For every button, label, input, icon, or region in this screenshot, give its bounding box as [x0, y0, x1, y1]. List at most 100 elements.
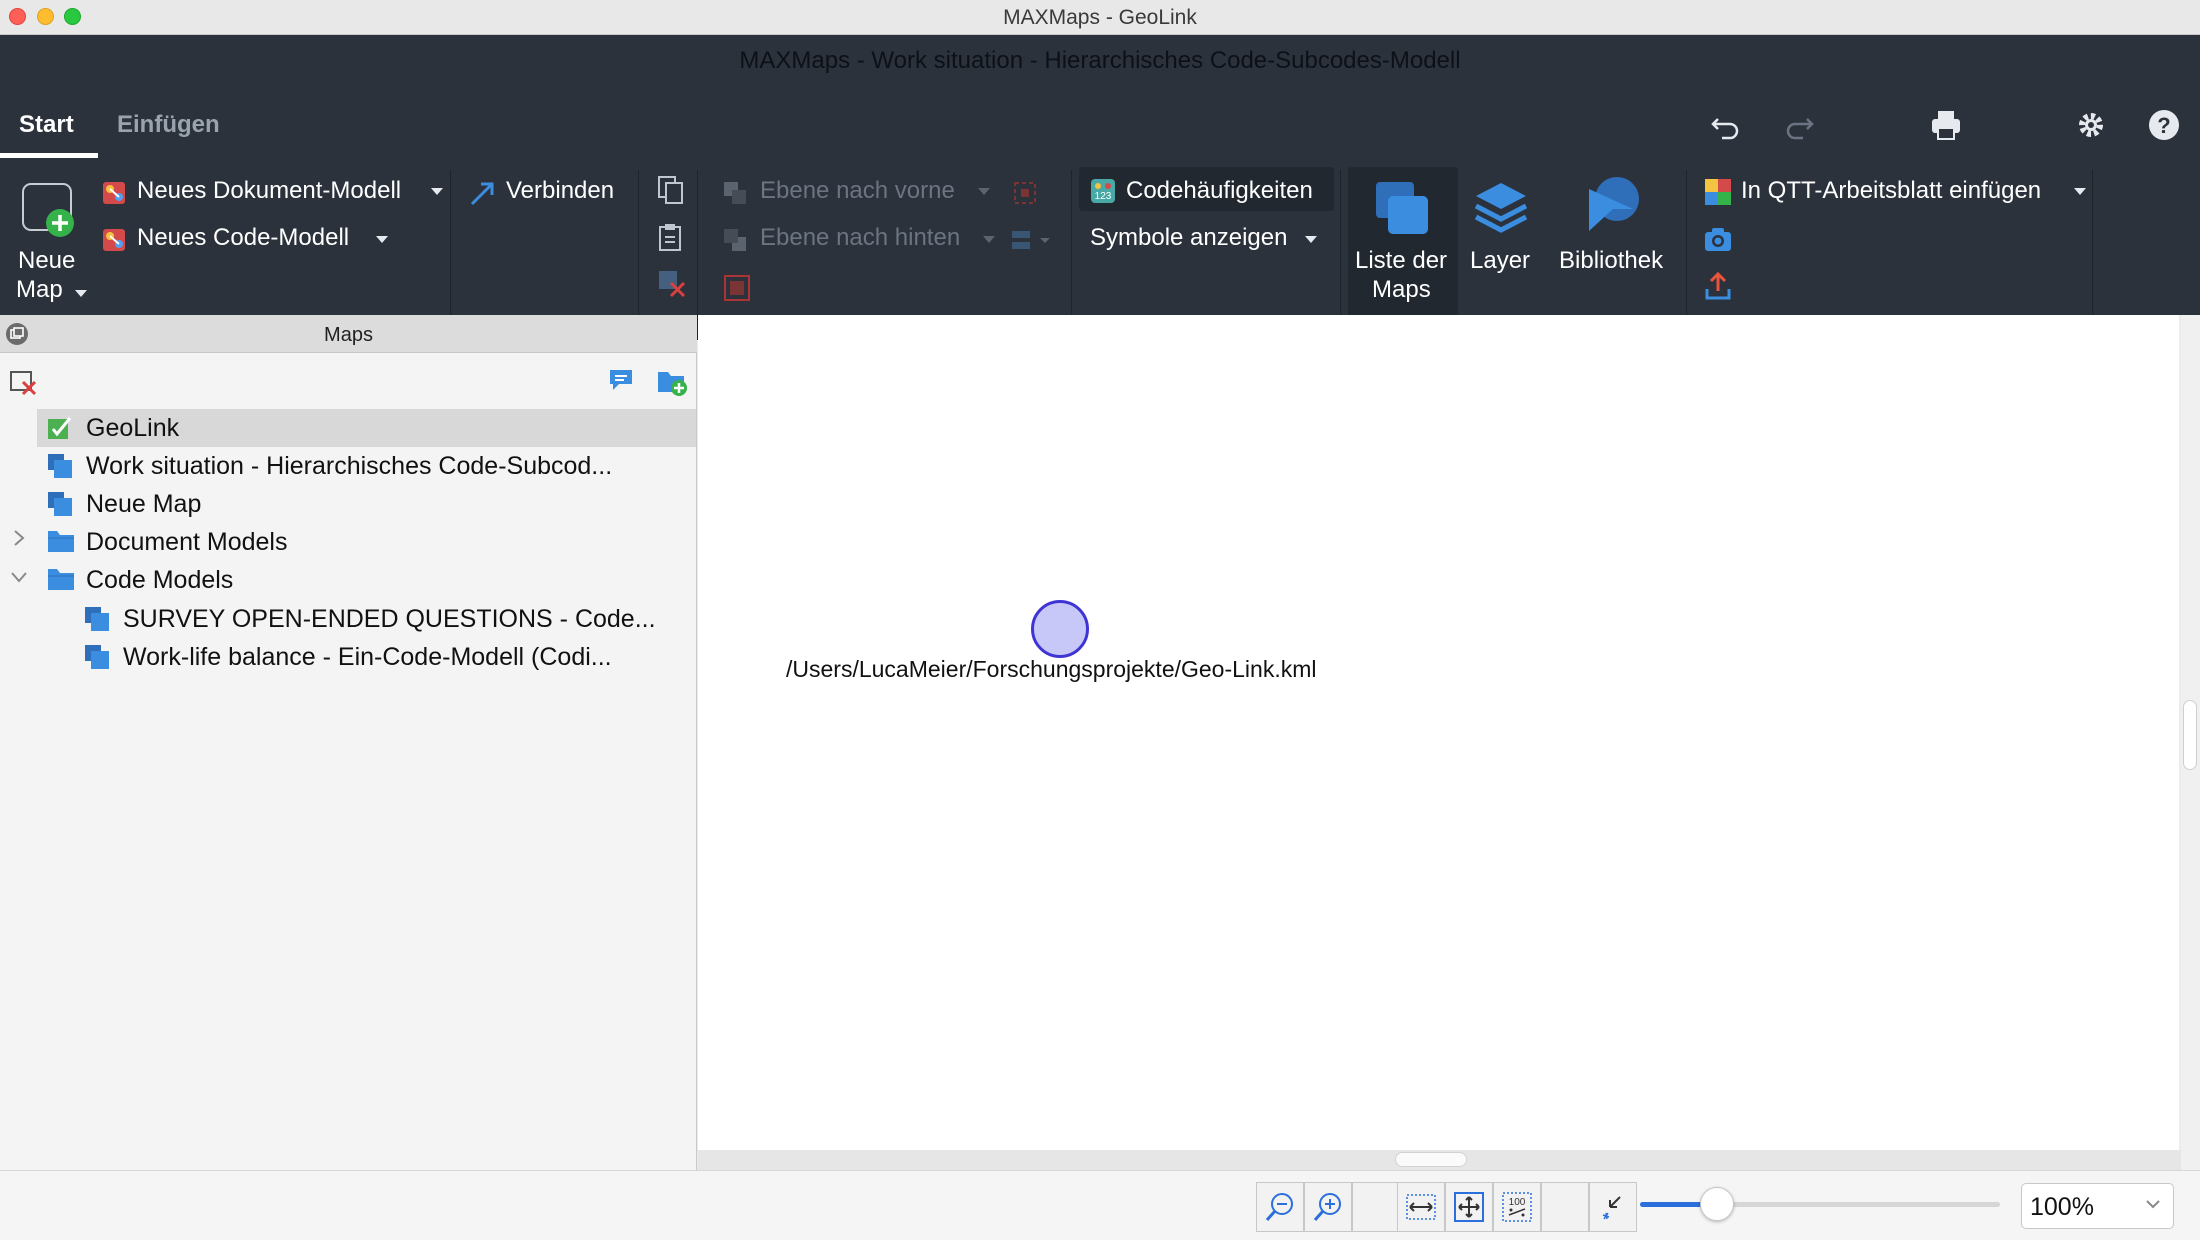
- bring-forward-dropdown-icon[interactable]: [978, 188, 990, 195]
- comment-icon[interactable]: [607, 367, 635, 398]
- pointer-tool-icon[interactable]: [1589, 1182, 1637, 1232]
- align-icon: [1010, 225, 1050, 260]
- new-code-model-dropdown-icon[interactable]: [376, 236, 388, 243]
- tree-item-label: SURVEY OPEN-ENDED QUESTIONS - Code...: [123, 605, 656, 633]
- qtt-worksheet-icon: [1703, 177, 1733, 212]
- map-icon: [83, 605, 111, 640]
- tab-start[interactable]: Start: [19, 111, 74, 139]
- undo-icon[interactable]: [1708, 107, 1744, 143]
- fit-width-icon[interactable]: [1397, 1182, 1445, 1232]
- actual-size-icon[interactable]: 100: [1493, 1182, 1541, 1232]
- list-of-maps-label-line1[interactable]: Liste der: [1355, 247, 1447, 275]
- svg-text:100: 100: [1509, 1197, 1526, 1208]
- maps-panel-title: Maps: [324, 324, 373, 346]
- delete-element-icon[interactable]: [657, 269, 687, 304]
- new-map-dropdown-icon[interactable]: [75, 290, 87, 297]
- ribbon: MAXMaps - Work situation - Hierarchische…: [0, 35, 2200, 342]
- show-symbols-button[interactable]: Symbole anzeigen: [1090, 224, 1287, 252]
- active-tab-indicator: [0, 153, 98, 158]
- bring-forward-button[interactable]: Ebene nach vorne: [760, 177, 955, 205]
- redo-icon[interactable]: [1781, 107, 1817, 143]
- status-bar: 100 100%: [0, 1170, 2200, 1240]
- zoom-in-icon[interactable]: [1304, 1182, 1352, 1232]
- folder-icon: [46, 566, 76, 599]
- zoom-level-select[interactable]: 100%: [2021, 1183, 2174, 1229]
- fit-page-icon[interactable]: [1445, 1182, 1493, 1232]
- zoom-slider-knob[interactable]: [1700, 1187, 1734, 1221]
- list-of-maps-icon: [1374, 180, 1432, 241]
- tree-item-label: Code Models: [86, 566, 234, 594]
- new-document-model-dropdown-icon[interactable]: [431, 188, 443, 195]
- new-map-label-line2[interactable]: Map: [16, 276, 63, 304]
- window-title: MAXMaps - GeoLink: [1003, 6, 1197, 29]
- tree-item-neue-map[interactable]: Neue Map: [37, 485, 696, 523]
- library-button[interactable]: Bibliothek: [1559, 247, 1663, 275]
- help-icon[interactable]: ?: [2146, 107, 2182, 143]
- document-title: MAXMaps - Work situation - Hierarchische…: [739, 47, 1461, 74]
- copy-icon[interactable]: [657, 175, 685, 210]
- tree-item-label: Work-life balance - Ein-Code-Modell (Cod…: [123, 643, 612, 671]
- tree-item-work-situation[interactable]: Work situation - Hierarchisches Code-Sub…: [37, 447, 696, 485]
- send-backward-icon: [722, 227, 748, 258]
- tab-einfuegen[interactable]: Einfügen: [117, 111, 220, 139]
- title-bar: MAXMaps - GeoLink: [0, 0, 2200, 35]
- code-model-icon: [101, 227, 127, 258]
- blank-tool-button[interactable]: [1352, 1182, 1400, 1232]
- camera-icon[interactable]: [1703, 225, 1733, 258]
- tree-item-geolink[interactable]: GeoLink: [37, 409, 696, 447]
- new-code-model-button[interactable]: Neues Code-Modell: [137, 224, 349, 252]
- svg-text:123: 123: [1095, 191, 1112, 202]
- tree-item-label: Work situation - Hierarchisches Code-Sub…: [86, 452, 613, 480]
- new-map-icon[interactable]: [22, 183, 78, 242]
- library-icon: [1585, 175, 1641, 240]
- frame-select-icon: [722, 273, 752, 308]
- svg-text:?: ?: [2157, 113, 2170, 138]
- send-backward-dropdown-icon[interactable]: [983, 236, 995, 243]
- tree-item-label: GeoLink: [86, 414, 180, 442]
- map-icon: [46, 452, 74, 487]
- insert-qtt-dropdown-icon[interactable]: [2074, 188, 2086, 195]
- tree-item-label: Document Models: [86, 528, 288, 556]
- code-frequencies-button[interactable]: Codehäufigkeiten: [1126, 177, 1313, 205]
- map-canvas[interactable]: [698, 315, 2179, 1150]
- print-icon[interactable]: [1928, 107, 1964, 143]
- send-backward-button[interactable]: Ebene nach hinten: [760, 224, 960, 252]
- geolink-node-label[interactable]: /Users/LucaMeier/Forschungsprojekte/Geo-…: [786, 656, 1316, 683]
- gear-icon[interactable]: [2073, 107, 2109, 143]
- tree-item-code-models[interactable]: Code Models: [37, 561, 696, 599]
- new-folder-icon[interactable]: [656, 367, 688, 402]
- map-icon: [83, 643, 111, 678]
- map-icon: [46, 490, 74, 525]
- folder-icon: [46, 528, 76, 561]
- layer-button[interactable]: Layer: [1470, 247, 1530, 275]
- list-of-maps-label-line2[interactable]: Maps: [1372, 276, 1431, 304]
- maps-panel-header: Maps: [0, 315, 697, 353]
- layer-icon: [1474, 179, 1528, 240]
- zoom-level-value: 100%: [2030, 1193, 2094, 1221]
- group-select-icon: [1010, 178, 1040, 213]
- delete-map-icon[interactable]: [9, 369, 39, 402]
- horizontal-scroll-thumb[interactable]: [1395, 1152, 1467, 1167]
- tree-item-work-life-balance[interactable]: Work-life balance - Ein-Code-Modell (Cod…: [74, 638, 696, 676]
- document-model-icon: [101, 180, 127, 211]
- geolink-map-icon: [46, 414, 74, 449]
- connect-arrow-icon: [469, 179, 497, 212]
- maps-panel: Maps GeoLink Work situation - Hierarchis…: [0, 315, 697, 1170]
- show-symbols-dropdown-icon[interactable]: [1305, 236, 1317, 243]
- geolink-node[interactable]: [1031, 600, 1089, 658]
- tree-item-label: Neue Map: [86, 490, 202, 518]
- new-map-label-line1[interactable]: Neue: [18, 247, 75, 275]
- connect-button[interactable]: Verbinden: [506, 177, 614, 205]
- paste-icon[interactable]: [657, 222, 685, 257]
- new-document-model-button[interactable]: Neues Dokument-Modell: [137, 177, 401, 205]
- insert-qtt-worksheet-button[interactable]: In QTT-Arbeitsblatt einfügen: [1741, 177, 2041, 205]
- blank-tool-button-2[interactable]: [1541, 1182, 1589, 1232]
- expand-chevron-icon[interactable]: [11, 528, 27, 554]
- tree-item-document-models[interactable]: Document Models: [37, 523, 696, 561]
- vertical-scroll-thumb[interactable]: [2183, 700, 2197, 770]
- export-upload-icon[interactable]: [1704, 271, 1732, 306]
- tree-item-survey-open-ended[interactable]: SURVEY OPEN-ENDED QUESTIONS - Code...: [74, 600, 696, 638]
- collapse-chevron-icon[interactable]: [9, 565, 29, 591]
- zoom-out-icon[interactable]: [1256, 1182, 1304, 1232]
- code-frequencies-icon: 123: [1089, 177, 1117, 210]
